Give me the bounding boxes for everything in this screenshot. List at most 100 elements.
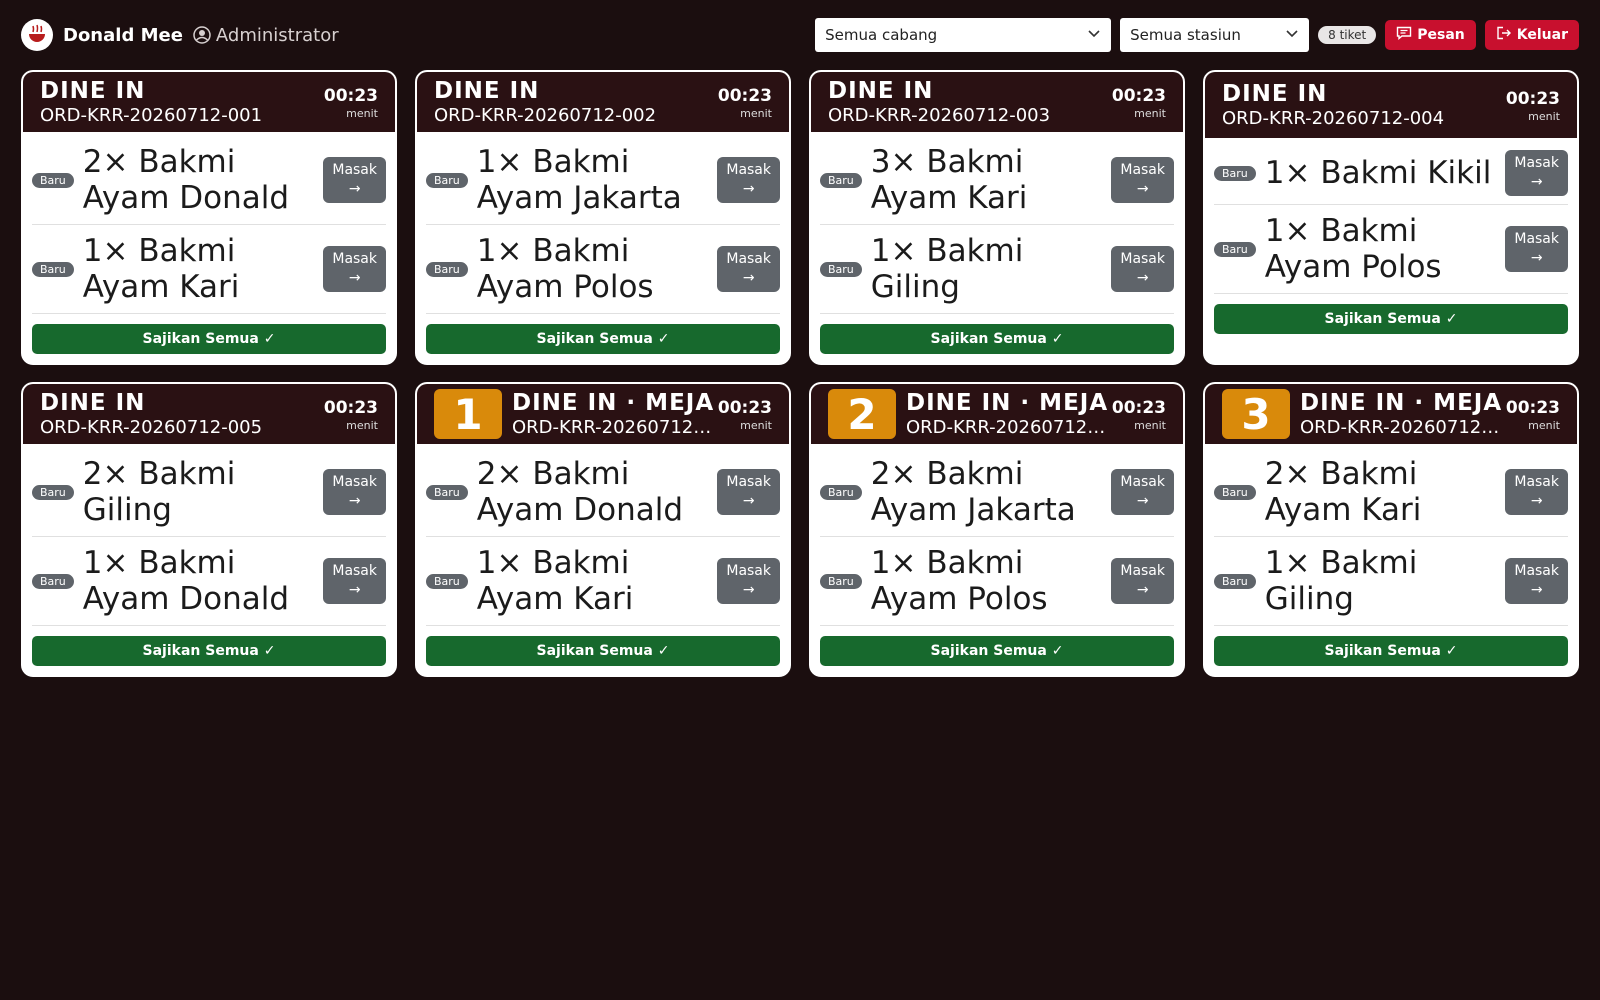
order-item-row: Baru 1× Bakmi Ayam Kari Masak → [32,225,386,314]
order-id: ORD-KRR-20260712-002 [434,104,657,126]
item-name: 1× Bakmi Ayam Kari [476,545,634,617]
branch-select[interactable]: Semua cabang [815,18,1112,52]
ticket-title-block: DINE IN · MEJA ORD-KRR-20260712-... [906,389,1109,439]
ticket-body: Baru 2× Bakmi Ayam Jakarta Masak → Baru 1… [811,444,1183,675]
cook-button[interactable]: Masak → [1505,226,1568,272]
ticket-timer: 00:23 menit [718,85,772,120]
serve-all-button[interactable]: Sajikan Semua ✓ [426,324,780,354]
station-select[interactable]: Semua stasiun [1120,18,1310,52]
chevron-down-icon [1285,26,1299,44]
ticket-body: Baru 2× Bakmi Ayam Kari Masak → Baru 1× B… [1205,444,1577,675]
ticket-timer: 00:23 menit [1506,397,1560,432]
cook-button[interactable]: Masak → [1111,558,1174,604]
ticket-body: Baru 1× Bakmi Kikil Masak → Baru 1× Bakmi… [1205,138,1577,363]
cook-button[interactable]: Masak → [323,558,386,604]
order-ticket-card: 3 DINE IN · MEJA ORD-KRR-20260712-... 00… [1203,382,1579,677]
ticket-title-block: DINE IN · MEJA ORD-KRR-20260712-... [512,389,715,439]
cook-button[interactable]: Masak → [717,157,780,203]
cook-button[interactable]: Masak → [1111,469,1174,515]
ticket-title-block: DINE IN · MEJA ORD-KRR-20260712-... [1300,390,1501,439]
order-ticket-card: DINE IN ORD-KRR-20260712-005 00:23 menit… [21,382,397,677]
cook-button[interactable]: Masak → [1505,558,1568,604]
ticket-header: DINE IN ORD-KRR-20260712-005 00:23 menit [23,384,395,444]
timer-unit: menit [1134,418,1166,432]
cook-button[interactable]: Masak → [323,157,386,203]
ticket-timer: 00:23 menit [718,397,772,432]
item-status-badge: Baru [820,573,862,589]
order-item-row: Baru 2× Bakmi Giling Masak → [32,448,386,537]
serve-all-button[interactable]: Sajikan Semua ✓ [1214,304,1568,334]
timer-unit: menit [1134,106,1166,120]
ticket-grid: DINE IN ORD-KRR-20260712-001 00:23 menit… [21,70,1579,677]
ticket-header: 2 DINE IN · MEJA ORD-KRR-20260712-... 00… [811,384,1183,444]
ticket-header: DINE IN ORD-KRR-20260712-003 00:23 menit [811,72,1183,132]
logout-button[interactable]: Keluar [1484,20,1579,50]
ticket-timer: 00:23 menit [324,397,378,432]
order-ticket-card: DINE IN ORD-KRR-20260712-004 00:23 menit… [1203,70,1579,365]
order-id: ORD-KRR-20260712-... [512,416,712,438]
serve-all-button[interactable]: Sajikan Semua ✓ [1214,636,1568,666]
ticket-title-block: DINE IN ORD-KRR-20260712-003 [828,78,1106,127]
item-status-badge: Baru [820,484,862,500]
item-status-badge: Baru [32,573,74,589]
item-name: 1× Bakmi Ayam Jakarta [476,144,682,216]
order-ticket-card: DINE IN ORD-KRR-20260712-001 00:23 menit… [21,70,397,365]
order-item-row: Baru 2× Bakmi Ayam Donald Masak → [426,448,780,537]
timer-unit: menit [346,418,378,432]
timer-value: 00:23 [323,397,378,418]
user-role: Administrator [215,24,339,46]
timer-unit: menit [346,106,378,120]
order-id: ORD-KRR-20260712-005 [40,416,263,438]
cook-button[interactable]: Masak → [1111,246,1174,292]
order-item-row: Baru 1× Bakmi Ayam Kari Masak → [426,537,780,626]
order-item-row: Baru 1× Bakmi Ayam Polos Masak → [1214,205,1568,294]
cook-button[interactable]: Masak → [1111,157,1174,203]
ticket-header: DINE IN ORD-KRR-20260712-004 00:23 menit [1205,72,1577,138]
cook-button[interactable]: Masak → [717,469,780,515]
cook-button[interactable]: Masak → [717,558,780,604]
serve-all-button[interactable]: Sajikan Semua ✓ [426,636,780,666]
item-name: 2× Bakmi Ayam Jakarta [870,456,1076,528]
cook-button[interactable]: Masak → [717,246,780,292]
order-id: ORD-KRR-20260712-... [906,416,1106,438]
timer-unit: menit [740,106,772,120]
cook-button[interactable]: Masak → [1505,150,1568,196]
item-status-badge: Baru [32,261,74,277]
ticket-title-block: DINE IN ORD-KRR-20260712-004 [1222,81,1500,130]
ticket-header: 1 DINE IN · MEJA ORD-KRR-20260712-... 00… [417,384,789,444]
order-item-row: Baru 1× Bakmi Ayam Polos Masak → [820,537,1174,626]
serve-all-button[interactable]: Sajikan Semua ✓ [820,324,1174,354]
order-item-row: Baru 1× Bakmi Kikil Masak → [1214,142,1568,205]
order-item-row: Baru 1× Bakmi Ayam Polos Masak → [426,225,780,314]
ticket-header: 3 DINE IN · MEJA ORD-KRR-20260712-... 00… [1205,384,1577,444]
serve-all-button[interactable]: Sajikan Semua ✓ [820,636,1174,666]
cook-button[interactable]: Masak → [323,469,386,515]
cook-button[interactable]: Masak → [1505,469,1568,515]
ticket-header: DINE IN ORD-KRR-20260712-001 00:23 menit [23,72,395,132]
order-item-row: Baru 3× Bakmi Ayam Kari Masak → [820,136,1174,225]
ticket-body: Baru 2× Bakmi Ayam Donald Masak → Baru 1×… [23,132,395,363]
table-number-badge: 1 [434,389,502,439]
order-item-row: Baru 1× Bakmi Ayam Donald Masak → [32,537,386,626]
item-name: 1× Bakmi Ayam Kari [82,233,240,305]
item-status-badge: Baru [32,484,74,500]
item-status-badge: Baru [1214,573,1256,589]
message-button[interactable]: Pesan [1385,20,1476,50]
timer-value: 00:23 [1505,397,1560,418]
timer-unit: menit [740,418,772,432]
order-type: DINE IN [828,77,934,104]
ticket-timer: 00:23 menit [324,85,378,120]
order-type: DINE IN · MEJA [512,389,715,416]
table-number-badge: 3 [1222,389,1290,439]
order-type: DINE IN · MEJA [906,389,1109,416]
order-type: DINE IN [40,77,146,104]
logout-button-label: Keluar [1516,27,1568,43]
cook-button[interactable]: Masak → [323,246,386,292]
ticket-title-block: DINE IN ORD-KRR-20260712-005 [40,390,318,439]
item-status-badge: Baru [820,261,862,277]
order-item-row: Baru 2× Bakmi Ayam Jakarta Masak → [820,448,1174,537]
serve-all-button[interactable]: Sajikan Semua ✓ [32,324,386,354]
item-status-badge: Baru [426,573,468,589]
serve-all-button[interactable]: Sajikan Semua ✓ [32,636,386,666]
item-status-badge: Baru [1214,484,1256,500]
